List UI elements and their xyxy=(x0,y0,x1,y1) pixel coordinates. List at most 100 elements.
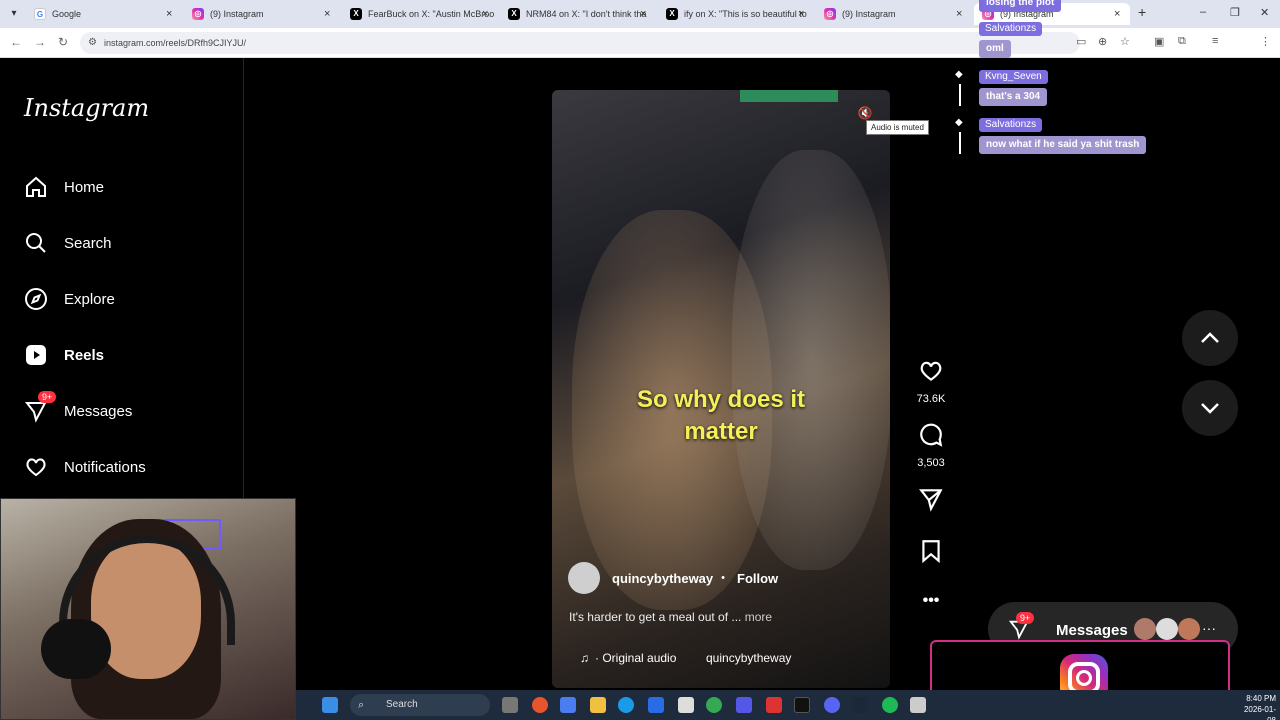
separator-dot: • xyxy=(721,572,725,584)
clock-date: 2026-01-08 xyxy=(1243,705,1276,720)
like-count: 73.6K xyxy=(916,393,946,405)
save-action[interactable] xyxy=(916,538,946,569)
tab-close-icon[interactable]: × xyxy=(482,3,492,25)
tab-search-icon[interactable]: ▾ xyxy=(6,6,22,22)
sidebar-item-explore[interactable]: Explore xyxy=(24,284,115,314)
url-field[interactable]: ⚙ instagram.com/reels/DRfh9CJIYJU/ xyxy=(80,32,1080,54)
instagram-logo[interactable]: Instagram xyxy=(24,94,149,122)
next-reel-button[interactable] xyxy=(1182,380,1238,436)
tab-x-ify[interactable]: X ify on X: "This is so beautiful to × xyxy=(658,3,814,25)
audio-username[interactable]: quincybytheway xyxy=(706,651,791,665)
stream-chat-overlay: losing the plot Salvationzs oml ◆ Kvng_S… xyxy=(955,0,1215,160)
teams-icon[interactable] xyxy=(736,697,752,713)
window-close-icon[interactable]: ✕ xyxy=(1260,6,1269,19)
tab-close-icon[interactable]: × xyxy=(640,3,650,25)
tab-instagram-1[interactable]: ◎ (9) Instagram × xyxy=(184,3,340,25)
app-icon[interactable] xyxy=(910,697,926,713)
file-explorer-icon[interactable] xyxy=(590,697,606,713)
chat-username: Salvationzs xyxy=(979,118,1043,132)
sidebar-item-label: Reels xyxy=(64,346,105,364)
more-icon: ··· xyxy=(1202,620,1216,636)
chat-divider xyxy=(959,132,961,154)
screen: ▾ G Google × ◎ (9) Instagram × X FearBuc… xyxy=(0,0,1280,720)
steam-icon[interactable] xyxy=(852,697,868,713)
site-info-icon[interactable]: ⚙ xyxy=(88,32,97,54)
tab-close-icon[interactable]: × xyxy=(798,3,808,25)
like-action[interactable]: 73.6K xyxy=(916,358,946,405)
home-icon xyxy=(24,175,48,199)
previous-reel-button[interactable] xyxy=(1182,310,1238,366)
instagram-favicon-icon: ◎ xyxy=(824,8,836,20)
reel-description-text: It's harder to get a meal out of ... xyxy=(569,610,742,624)
clock-time: 8:40 PM xyxy=(1246,694,1276,703)
comment-action[interactable]: 3,503 xyxy=(916,422,946,469)
tab-title: NRM84 on X: "I don't think tha xyxy=(526,9,647,19)
task-view-icon[interactable] xyxy=(502,697,518,713)
audio-label: · Original audio xyxy=(595,651,677,665)
app-icon[interactable] xyxy=(766,697,782,713)
more-link[interactable]: more xyxy=(745,610,772,624)
comment-count: 3,503 xyxy=(917,457,945,469)
tiktok-icon[interactable] xyxy=(794,697,810,713)
edge-icon[interactable] xyxy=(618,697,634,713)
tab-title: (9) Instagram xyxy=(842,9,896,19)
streamer-webcam xyxy=(0,498,296,720)
app-icon[interactable] xyxy=(648,697,664,713)
tab-close-icon[interactable]: × xyxy=(166,3,176,25)
share-action[interactable] xyxy=(916,486,946,517)
video-subject-right xyxy=(732,150,890,570)
kebab-menu-icon[interactable]: ⋮ xyxy=(1260,35,1271,48)
share-icon[interactable] xyxy=(918,486,944,512)
sidebar-item-label: Notifications xyxy=(64,458,146,476)
forward-arrow-icon[interactable]: → xyxy=(34,35,46,49)
sidebar-item-home[interactable]: Home xyxy=(24,172,104,202)
avatar xyxy=(1134,618,1156,640)
x-favicon-icon: X xyxy=(350,8,362,20)
chat-pin-icon: ◆ xyxy=(955,117,963,128)
discord-icon[interactable] xyxy=(824,697,840,713)
sidebar-item-reels[interactable]: Reels xyxy=(24,340,104,370)
chevron-down-icon xyxy=(1201,403,1219,414)
store-icon[interactable] xyxy=(678,697,694,713)
sidebar-item-search[interactable]: Search xyxy=(24,228,112,258)
avatar xyxy=(1156,618,1178,640)
messages-badge: 9+ xyxy=(38,391,57,403)
url-text: instagram.com/reels/DRfh9CJIYJU/ xyxy=(104,38,247,48)
more-options-icon[interactable]: ••• xyxy=(916,592,946,610)
windows-start-icon[interactable] xyxy=(322,697,338,713)
sidebar-item-messages[interactable]: 9+ Messages xyxy=(24,391,132,426)
back-arrow-icon[interactable]: ← xyxy=(10,35,22,49)
messages-badge: 9+ xyxy=(1016,612,1035,624)
instagram-favicon-icon: ◎ xyxy=(192,8,204,20)
comment-icon[interactable] xyxy=(918,422,944,448)
taskbar-clock[interactable]: 8:40 PM 2026-01-08 xyxy=(1236,693,1276,720)
chrome-icon[interactable] xyxy=(706,697,722,713)
music-note-icon: ♫ xyxy=(580,651,589,665)
maximize-icon[interactable]: ❐ xyxy=(1230,6,1240,19)
video-caption-overlay: So why does it matter xyxy=(636,386,806,445)
x-favicon-icon: X xyxy=(666,8,678,20)
audio-attribution[interactable]: ♫ · Original audio xyxy=(570,646,676,670)
follow-button[interactable]: Follow xyxy=(737,571,778,586)
sidebar-item-notifications[interactable]: Notifications xyxy=(24,452,146,482)
tab-google[interactable]: G Google × xyxy=(26,3,182,25)
tab-close-icon[interactable]: × xyxy=(324,3,334,25)
tab-x-nrm84[interactable]: X NRM84 on X: "I don't think tha × xyxy=(500,3,656,25)
reel-author-avatar[interactable] xyxy=(568,562,600,594)
like-heart-icon[interactable] xyxy=(918,358,944,384)
sidebar-item-label: Search xyxy=(64,234,112,252)
messenger-icon: 9+ xyxy=(24,391,57,423)
reload-icon[interactable]: ↻ xyxy=(58,35,68,49)
messages-label: Messages xyxy=(1056,622,1128,639)
tab-instagram-2[interactable]: ◎ (9) Instagram × xyxy=(816,3,972,25)
tab-title: ify on X: "This is so beautiful to xyxy=(684,9,807,19)
chat-username: Salvationzs xyxy=(979,22,1043,36)
reel-author-username[interactable]: quincybytheway xyxy=(612,571,713,586)
tab-x-fearbuck[interactable]: X FearBuck on X: "Austin McBroo × xyxy=(342,3,498,25)
taskbar-search[interactable]: ⌕ Search xyxy=(350,694,490,716)
spotify-icon[interactable] xyxy=(882,697,898,713)
bookmark-icon[interactable] xyxy=(918,538,944,564)
copilot-icon[interactable] xyxy=(560,697,576,713)
app-icon[interactable] xyxy=(532,697,548,713)
heart-icon xyxy=(24,455,48,479)
